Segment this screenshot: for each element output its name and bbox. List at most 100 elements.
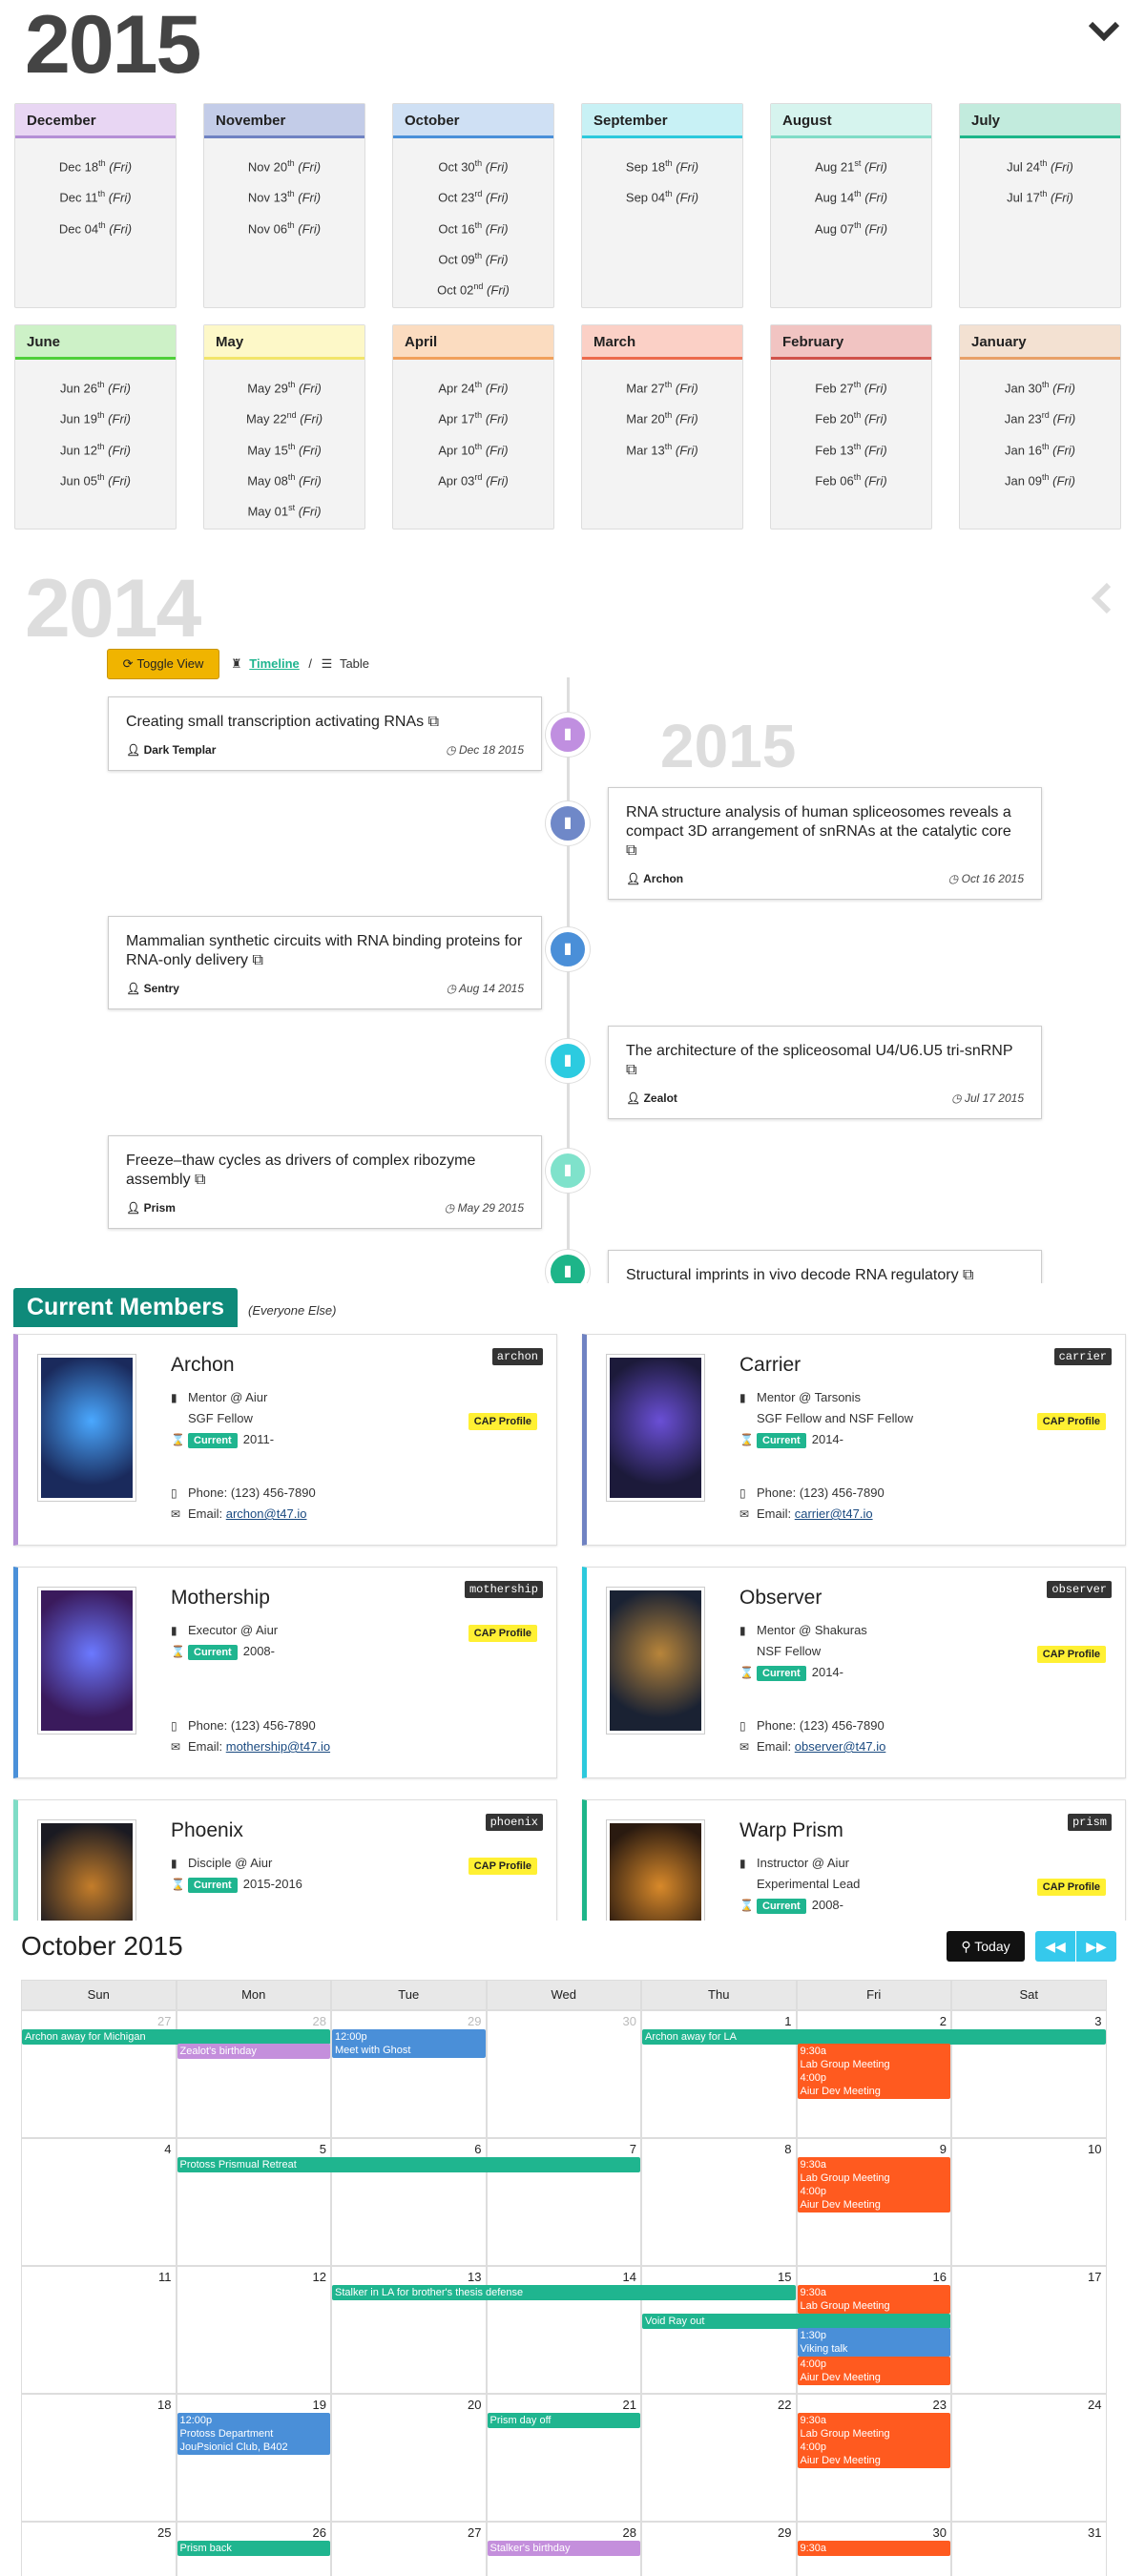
calendar-day-cell[interactable]: 15 — [641, 2266, 797, 2394]
calendar-day-cell[interactable]: 13 — [331, 2266, 487, 2394]
calendar-day-cell[interactable]: 27 — [21, 2010, 177, 2138]
cap-profile-button[interactable]: CAP Profile — [1036, 1413, 1106, 1430]
calendar-day-cell[interactable]: 7 — [486, 2138, 641, 2266]
calendar-event[interactable]: Void Ray out — [642, 2314, 950, 2329]
calendar-day-cell[interactable]: 19 — [176, 2394, 331, 2522]
calendar-day-cell[interactable]: 9 — [796, 2138, 951, 2266]
calendar-day-cell[interactable]: 25 — [21, 2522, 177, 2576]
date-entry[interactable]: May 01st (Fri) — [204, 494, 364, 525]
date-entry[interactable]: Jan 23rd (Fri) — [960, 402, 1120, 432]
calendar-event[interactable]: Zealot's birthday — [177, 2044, 330, 2059]
external-link-icon[interactable]: ⧉ — [424, 714, 439, 730]
cap-profile-button[interactable]: CAP Profile — [1036, 1879, 1106, 1896]
table-link[interactable]: Table — [340, 656, 369, 671]
calendar-day-cell[interactable]: 1 — [641, 2010, 797, 2138]
calendar-day-cell[interactable]: 31 — [951, 2522, 1107, 2576]
date-entry[interactable]: Apr 17th (Fri) — [393, 402, 553, 432]
date-entry[interactable]: Sep 18th (Fri) — [582, 150, 742, 180]
date-entry[interactable]: Feb 20th (Fri) — [771, 402, 931, 432]
date-entry[interactable]: May 08th (Fri) — [204, 464, 364, 494]
date-entry[interactable]: Feb 27th (Fri) — [771, 371, 931, 402]
calendar-day-cell[interactable]: 29 — [331, 2010, 487, 2138]
calendar-event[interactable]: Stalker in LA for brother's thesis defen… — [332, 2285, 796, 2300]
calendar-event[interactable]: Archon away for Michigan — [22, 2029, 330, 2045]
date-entry[interactable]: Jun 26th (Fri) — [15, 371, 176, 402]
calendar-event[interactable]: 9:30a — [797, 2541, 950, 2556]
date-entry[interactable]: Dec 18th (Fri) — [15, 150, 176, 180]
date-entry[interactable]: May 22nd (Fri) — [204, 402, 364, 432]
calendar-event[interactable]: Protoss Prismual Retreat — [177, 2157, 640, 2172]
email-link[interactable]: observer@t47.io — [795, 1739, 886, 1754]
date-entry[interactable]: Aug 07th (Fri) — [771, 212, 931, 242]
date-entry[interactable]: Mar 27th (Fri) — [582, 371, 742, 402]
calendar-day-cell[interactable]: 23 — [796, 2394, 951, 2522]
date-entry[interactable]: Apr 10th (Fri) — [393, 433, 553, 464]
calendar-event[interactable]: 9:30a Lab Group Meeting 4:00p Aiur Dev Meet… — [797, 2157, 950, 2212]
external-link-icon[interactable]: ⧉ — [248, 952, 262, 968]
external-link-icon[interactable]: ⧉ — [191, 1172, 205, 1188]
date-entry[interactable]: Jun 12th (Fri) — [15, 433, 176, 464]
publication-title[interactable]: Structural imprints in vivo decode RNA r… — [626, 1266, 1024, 1283]
publication-title[interactable]: Freeze–thaw cycles as drivers of complex… — [126, 1152, 524, 1190]
email-link[interactable]: archon@t47.io — [226, 1506, 307, 1521]
calendar-day-cell[interactable]: 6 — [331, 2138, 487, 2266]
date-entry[interactable]: Oct 23rd (Fri) — [393, 180, 553, 211]
calendar-day-cell[interactable]: 8 — [641, 2138, 797, 2266]
date-entry[interactable]: Aug 21st (Fri) — [771, 150, 931, 180]
date-entry[interactable]: Oct 30th (Fri) — [393, 150, 553, 180]
external-link-icon[interactable]: ⧉ — [959, 1267, 973, 1283]
date-entry[interactable]: Nov 13th (Fri) — [204, 180, 364, 211]
today-button[interactable]: ⚲ Today — [947, 1931, 1025, 1962]
calendar-day-cell[interactable]: 22 — [641, 2394, 797, 2522]
date-entry[interactable]: Jul 24th (Fri) — [960, 150, 1120, 180]
calendar-event[interactable]: Stalker's birthday — [487, 2541, 640, 2556]
calendar-day-cell[interactable]: 28 — [486, 2522, 641, 2576]
calendar-day-cell[interactable]: 30 — [796, 2522, 951, 2576]
date-entry[interactable]: Apr 03rd (Fri) — [393, 464, 553, 494]
date-entry[interactable]: Mar 20th (Fri) — [582, 402, 742, 432]
date-entry[interactable]: Jul 17th (Fri) — [960, 180, 1120, 211]
date-entry[interactable]: Sep 04th (Fri) — [582, 180, 742, 211]
calendar-event[interactable]: Archon away for LA — [642, 2029, 1106, 2045]
cap-profile-button[interactable]: CAP Profile — [468, 1413, 537, 1430]
date-entry[interactable]: Jan 16th (Fri) — [960, 433, 1120, 464]
calendar-day-cell[interactable]: 3 — [951, 2010, 1107, 2138]
calendar-day-cell[interactable]: 14 — [486, 2266, 641, 2394]
publication-title[interactable]: Mammalian synthetic circuits with RNA bi… — [126, 932, 524, 970]
date-entry[interactable]: Oct 09th (Fri) — [393, 242, 553, 273]
date-entry[interactable]: Aug 14th (Fri) — [771, 180, 931, 211]
date-entry[interactable]: Jun 19th (Fri) — [15, 402, 176, 432]
date-entry[interactable]: Nov 06th (Fri) — [204, 212, 364, 242]
date-entry[interactable]: May 15th (Fri) — [204, 433, 364, 464]
calendar-day-cell[interactable]: 21 — [486, 2394, 641, 2522]
date-entry[interactable]: Oct 02nd (Fri) — [393, 273, 553, 303]
calendar-event[interactable]: Prism back — [177, 2541, 330, 2556]
calendar-day-cell[interactable]: 24 — [951, 2394, 1107, 2522]
publication-title[interactable]: RNA structure analysis of human spliceos… — [626, 803, 1024, 861]
date-entry[interactable]: Dec 04th (Fri) — [15, 212, 176, 242]
chevron-down-icon[interactable] — [1088, 11, 1120, 52]
external-link-icon[interactable]: ⧉ — [626, 842, 636, 859]
calendar-event[interactable]: Prism day off — [487, 2413, 640, 2428]
next-month-button[interactable]: ▶▶ — [1076, 1931, 1116, 1962]
date-entry[interactable]: Oct 16th (Fri) — [393, 212, 553, 242]
cap-profile-button[interactable]: CAP Profile — [468, 1858, 537, 1875]
date-entry[interactable]: Jan 09th (Fri) — [960, 464, 1120, 494]
toggle-view-button[interactable]: ⟳ Toggle View — [107, 649, 219, 679]
calendar-event[interactable]: 9:30a Lab Group Meeting — [797, 2285, 950, 2314]
calendar-day-cell[interactable]: 20 — [331, 2394, 487, 2522]
chevron-left-icon[interactable] — [1088, 582, 1114, 619]
date-entry[interactable]: May 29th (Fri) — [204, 371, 364, 402]
calendar-day-cell[interactable]: 10 — [951, 2138, 1107, 2266]
calendar-event[interactable]: 9:30a Lab Group Meeting 4:00p Aiur Dev Meet… — [797, 2413, 950, 2468]
calendar-day-cell[interactable]: 11 — [21, 2266, 177, 2394]
date-entry[interactable]: Nov 20th (Fri) — [204, 150, 364, 180]
calendar-day-cell[interactable]: 18 — [21, 2394, 177, 2522]
calendar-event[interactable]: 4:00p Aiur Dev Meeting — [797, 2357, 950, 2385]
publication-title[interactable]: The architecture of the spliceosomal U4/… — [626, 1042, 1024, 1080]
calendar-event[interactable]: 9:30a Lab Group Meeting 4:00p Aiur Dev Meet… — [797, 2044, 950, 2099]
date-entry[interactable]: Jan 30th (Fri) — [960, 371, 1120, 402]
date-entry[interactable]: Jun 05th (Fri) — [15, 464, 176, 494]
publication-title[interactable]: Creating small transcription activating … — [126, 713, 524, 732]
date-entry[interactable]: Dec 11th (Fri) — [15, 180, 176, 211]
